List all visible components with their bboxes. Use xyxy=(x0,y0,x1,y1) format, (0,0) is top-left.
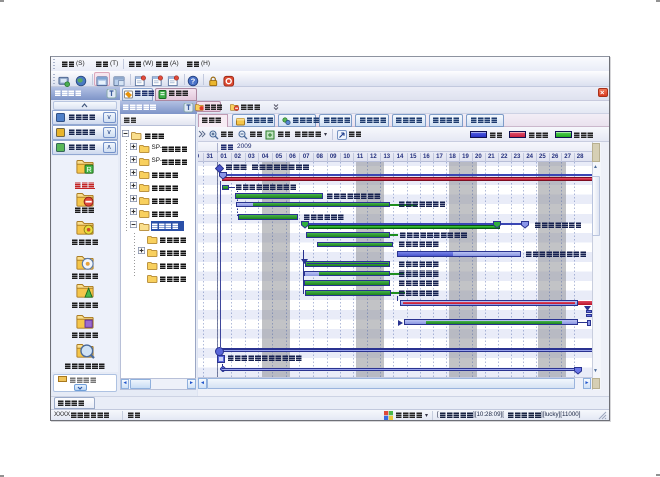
svg-text:R: R xyxy=(86,165,91,174)
svg-text:?: ? xyxy=(191,76,196,85)
